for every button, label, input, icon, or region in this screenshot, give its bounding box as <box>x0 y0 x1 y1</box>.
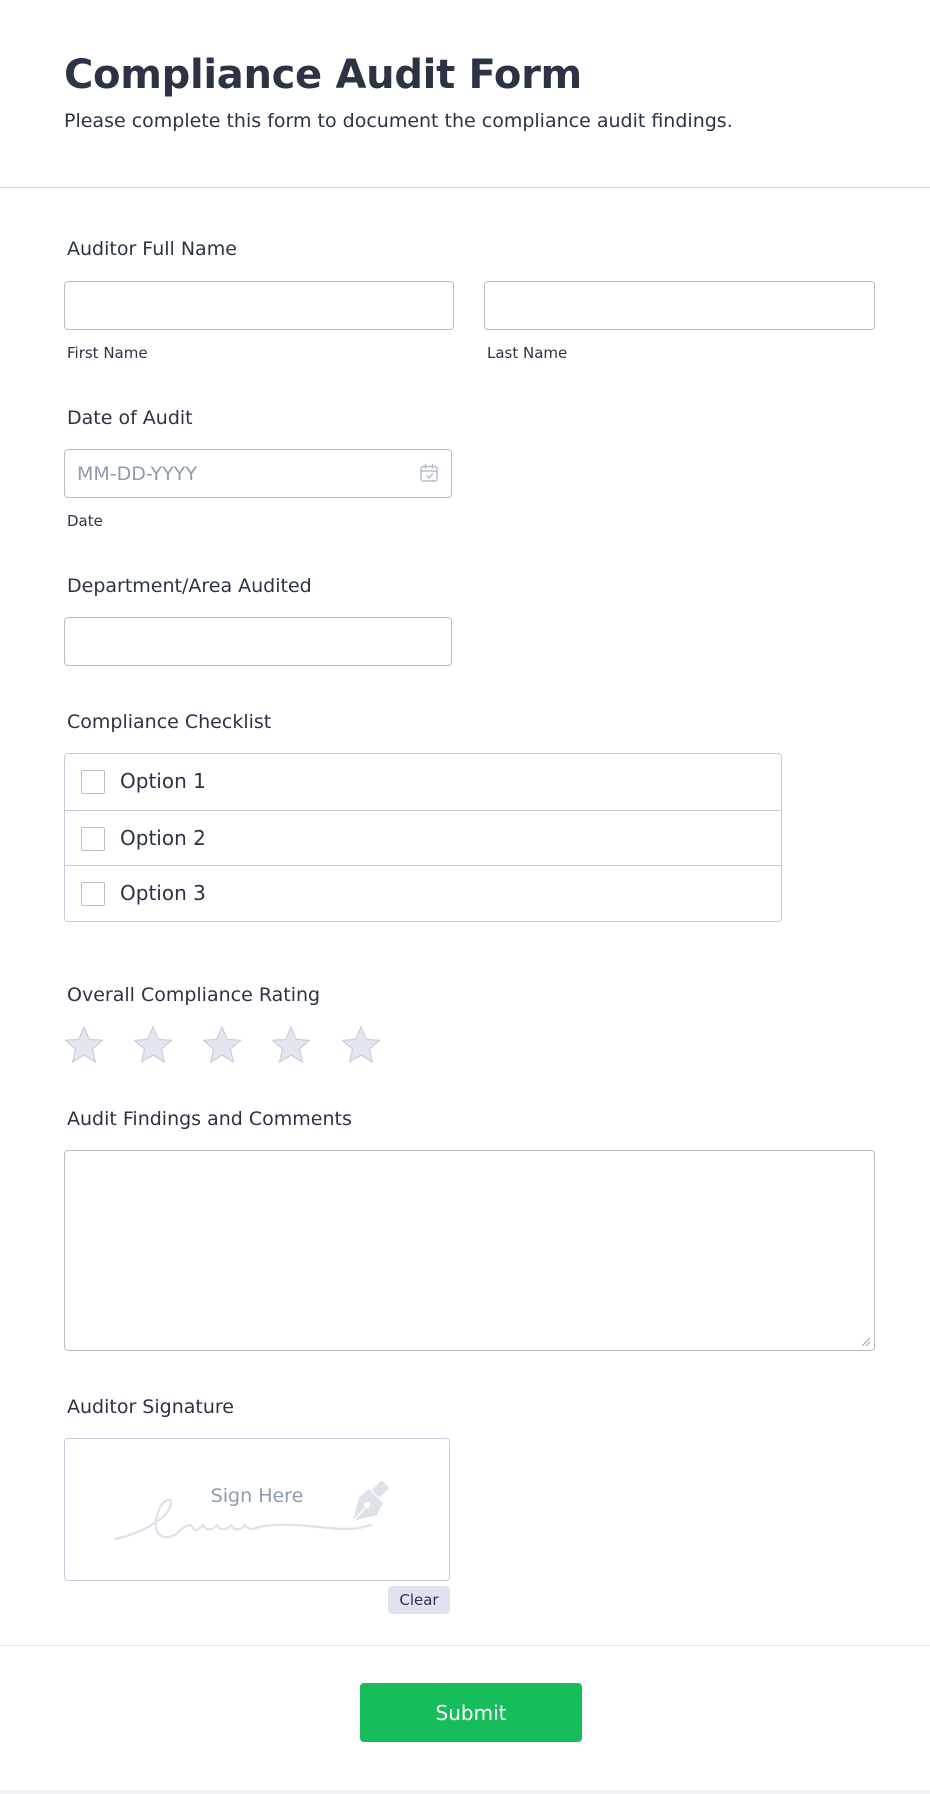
findings-textarea[interactable] <box>64 1150 875 1351</box>
footer-divider <box>0 1645 930 1646</box>
checkbox[interactable] <box>81 882 105 906</box>
checklist-option-label: Option 3 <box>120 881 206 905</box>
submit-button[interactable]: Submit <box>360 1683 582 1742</box>
checklist-option-label: Option 2 <box>120 826 206 850</box>
form-header: Compliance Audit Form Please complete th… <box>0 0 930 188</box>
department-label: Department/Area Audited <box>67 575 312 597</box>
page-subtitle: Please complete this form to document th… <box>64 110 733 132</box>
clear-signature-button[interactable]: Clear <box>388 1586 450 1614</box>
star-icon[interactable] <box>201 1025 243 1065</box>
checklist-option[interactable]: Option 2 <box>65 810 781 866</box>
audit-date-input[interactable] <box>64 449 452 498</box>
compliance-checklist: Option 1 Option 2 Option 3 <box>64 753 782 922</box>
calendar-icon[interactable] <box>419 463 439 483</box>
rating-label: Overall Compliance Rating <box>67 984 321 1006</box>
first-name-sublabel: First Name <box>67 344 148 362</box>
last-name-sublabel: Last Name <box>487 344 568 362</box>
auditor-name-label: Auditor Full Name <box>67 238 237 260</box>
resize-grip-icon[interactable] <box>860 1336 870 1346</box>
audit-date-label: Date of Audit <box>67 407 193 429</box>
checkbox[interactable] <box>81 770 105 794</box>
page-title: Compliance Audit Form <box>64 52 582 98</box>
page-bottom-edge <box>0 1790 930 1794</box>
star-icon[interactable] <box>132 1025 174 1065</box>
star-icon[interactable] <box>340 1025 382 1065</box>
department-input[interactable] <box>64 617 452 666</box>
checklist-label: Compliance Checklist <box>67 711 272 733</box>
signature-label: Auditor Signature <box>67 1396 234 1418</box>
last-name-input[interactable] <box>484 281 875 330</box>
first-name-input[interactable] <box>64 281 454 330</box>
findings-label: Audit Findings and Comments <box>67 1108 352 1130</box>
checkbox[interactable] <box>81 827 105 851</box>
star-icon[interactable] <box>63 1025 105 1065</box>
audit-date-sublabel: Date <box>67 512 103 530</box>
checklist-option-label: Option 1 <box>120 769 206 793</box>
star-icon[interactable] <box>270 1025 312 1065</box>
checklist-option[interactable]: Option 3 <box>65 865 781 921</box>
signature-pad[interactable]: Sign Here <box>64 1438 450 1581</box>
signature-placeholder: Sign Here <box>210 1485 304 1507</box>
checklist-option[interactable]: Option 1 <box>65 754 781 810</box>
